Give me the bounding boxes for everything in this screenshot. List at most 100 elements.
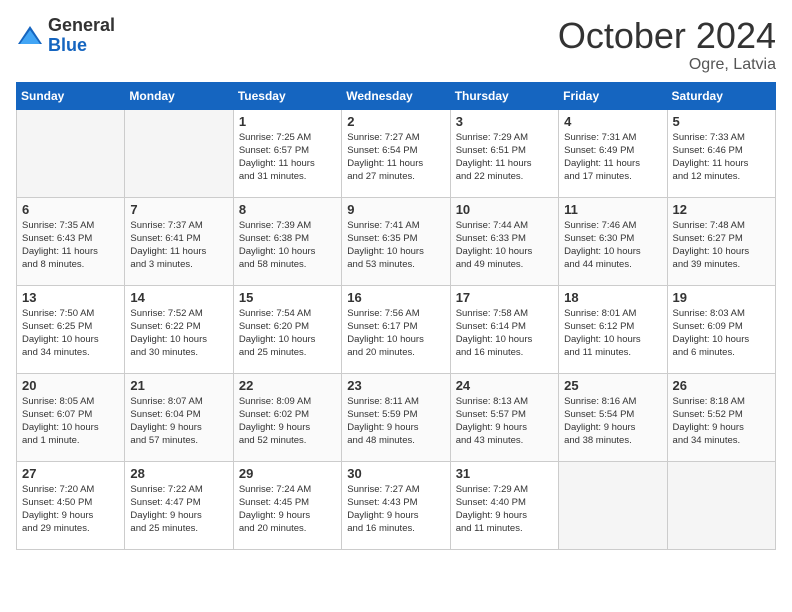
calendar-cell: 22 Sunrise: 8:09 AM Sunset: 6:02 PM Dayli… <box>233 373 341 461</box>
calendar-cell: 26 Sunrise: 8:18 AM Sunset: 5:52 PM Dayli… <box>667 373 775 461</box>
day-info: Sunrise: 7:20 AM Sunset: 4:50 PM Dayligh… <box>22 483 119 536</box>
day-number: 13 <box>22 290 119 305</box>
day-number: 8 <box>239 202 336 217</box>
day-number: 1 <box>239 114 336 129</box>
logo-blue: Blue <box>48 36 115 56</box>
day-info: Sunrise: 7:22 AM Sunset: 4:47 PM Dayligh… <box>130 483 227 536</box>
calendar-week-row: 1 Sunrise: 7:25 AM Sunset: 6:57 PM Daylig… <box>17 109 776 197</box>
calendar-cell: 2Sunrise: 7:27 AM Sunset: 6:54 PM Daylig… <box>342 109 450 197</box>
day-info: Sunrise: 7:56 AM Sunset: 6:17 PM Dayligh… <box>347 307 444 360</box>
day-number: 23 <box>347 378 444 393</box>
day-number: 25 <box>564 378 661 393</box>
calendar-cell: 1 Sunrise: 7:25 AM Sunset: 6:57 PM Daylig… <box>233 109 341 197</box>
weekday-header: Sunday <box>17 82 125 109</box>
day-info: Sunrise: 8:05 AM Sunset: 6:07 PM Dayligh… <box>22 395 119 448</box>
calendar-cell: 25 Sunrise: 8:16 AM Sunset: 5:54 PM Dayli… <box>559 373 667 461</box>
calendar-cell: 14Sunrise: 7:52 AM Sunset: 6:22 PM Dayli… <box>125 285 233 373</box>
day-number: 18 <box>564 290 661 305</box>
month-title: October 2024 <box>558 16 776 56</box>
weekday-header: Wednesday <box>342 82 450 109</box>
day-info: Sunrise: 7:50 AM Sunset: 6:25 PM Dayligh… <box>22 307 119 360</box>
calendar-cell: 17 Sunrise: 7:58 AM Sunset: 6:14 PM Dayli… <box>450 285 558 373</box>
day-number: 9 <box>347 202 444 217</box>
day-info: Sunrise: 7:33 AM Sunset: 6:46 PM Dayligh… <box>673 131 770 184</box>
day-number: 28 <box>130 466 227 481</box>
day-info: Sunrise: 7:29 AM Sunset: 6:51 PM Dayligh… <box>456 131 553 184</box>
calendar-table: SundayMondayTuesdayWednesdayThursdayFrid… <box>16 82 776 550</box>
day-number: 2 <box>347 114 444 129</box>
day-info: Sunrise: 7:46 AM Sunset: 6:30 PM Dayligh… <box>564 219 661 272</box>
day-info: Sunrise: 7:37 AM Sunset: 6:41 PM Dayligh… <box>130 219 227 272</box>
weekday-header: Friday <box>559 82 667 109</box>
day-info: Sunrise: 8:03 AM Sunset: 6:09 PM Dayligh… <box>673 307 770 360</box>
calendar-cell: 28 Sunrise: 7:22 AM Sunset: 4:47 PM Dayli… <box>125 461 233 549</box>
day-info: Sunrise: 8:01 AM Sunset: 6:12 PM Dayligh… <box>564 307 661 360</box>
weekday-header: Tuesday <box>233 82 341 109</box>
calendar-cell: 7Sunrise: 7:37 AM Sunset: 6:41 PM Daylig… <box>125 197 233 285</box>
logo-general: General <box>48 16 115 36</box>
calendar-cell: 11 Sunrise: 7:46 AM Sunset: 6:30 PM Dayli… <box>559 197 667 285</box>
calendar-cell: 12 Sunrise: 7:48 AM Sunset: 6:27 PM Dayli… <box>667 197 775 285</box>
day-info: Sunrise: 8:18 AM Sunset: 5:52 PM Dayligh… <box>673 395 770 448</box>
day-info: Sunrise: 7:48 AM Sunset: 6:27 PM Dayligh… <box>673 219 770 272</box>
day-info: Sunrise: 7:41 AM Sunset: 6:35 PM Dayligh… <box>347 219 444 272</box>
day-number: 22 <box>239 378 336 393</box>
calendar-cell: 9 Sunrise: 7:41 AM Sunset: 6:35 PM Daylig… <box>342 197 450 285</box>
day-number: 14 <box>130 290 227 305</box>
day-info: Sunrise: 7:54 AM Sunset: 6:20 PM Dayligh… <box>239 307 336 360</box>
logo: General Blue <box>16 16 115 56</box>
calendar-cell <box>559 461 667 549</box>
day-info: Sunrise: 7:25 AM Sunset: 6:57 PM Dayligh… <box>239 131 336 184</box>
day-number: 17 <box>456 290 553 305</box>
day-number: 29 <box>239 466 336 481</box>
day-number: 27 <box>22 466 119 481</box>
calendar-cell <box>667 461 775 549</box>
calendar-cell: 13 Sunrise: 7:50 AM Sunset: 6:25 PM Dayli… <box>17 285 125 373</box>
day-info: Sunrise: 7:44 AM Sunset: 6:33 PM Dayligh… <box>456 219 553 272</box>
calendar-week-row: 27 Sunrise: 7:20 AM Sunset: 4:50 PM Dayli… <box>17 461 776 549</box>
day-info: Sunrise: 8:09 AM Sunset: 6:02 PM Dayligh… <box>239 395 336 448</box>
calendar-cell: 16 Sunrise: 7:56 AM Sunset: 6:17 PM Dayli… <box>342 285 450 373</box>
day-number: 4 <box>564 114 661 129</box>
calendar-cell: 20Sunrise: 8:05 AM Sunset: 6:07 PM Dayli… <box>17 373 125 461</box>
calendar-cell <box>17 109 125 197</box>
page-header: General Blue October 2024 Ogre, Latvia <box>16 16 776 74</box>
day-number: 19 <box>673 290 770 305</box>
day-info: Sunrise: 8:13 AM Sunset: 5:57 PM Dayligh… <box>456 395 553 448</box>
weekday-header: Thursday <box>450 82 558 109</box>
weekday-header-row: SundayMondayTuesdayWednesdayThursdayFrid… <box>17 82 776 109</box>
day-info: Sunrise: 7:29 AM Sunset: 4:40 PM Dayligh… <box>456 483 553 536</box>
calendar-week-row: 20Sunrise: 8:05 AM Sunset: 6:07 PM Dayli… <box>17 373 776 461</box>
calendar-cell: 27 Sunrise: 7:20 AM Sunset: 4:50 PM Dayli… <box>17 461 125 549</box>
calendar-cell: 4Sunrise: 7:31 AM Sunset: 6:49 PM Daylig… <box>559 109 667 197</box>
day-number: 10 <box>456 202 553 217</box>
location: Ogre, Latvia <box>558 56 776 74</box>
calendar-cell: 23Sunrise: 8:11 AM Sunset: 5:59 PM Dayli… <box>342 373 450 461</box>
logo-text: General Blue <box>48 16 115 56</box>
calendar-cell: 5 Sunrise: 7:33 AM Sunset: 6:46 PM Daylig… <box>667 109 775 197</box>
day-info: Sunrise: 7:39 AM Sunset: 6:38 PM Dayligh… <box>239 219 336 272</box>
weekday-header: Monday <box>125 82 233 109</box>
calendar-cell: 18 Sunrise: 8:01 AM Sunset: 6:12 PM Dayli… <box>559 285 667 373</box>
title-block: October 2024 Ogre, Latvia <box>558 16 776 74</box>
day-number: 5 <box>673 114 770 129</box>
calendar-cell: 31 Sunrise: 7:29 AM Sunset: 4:40 PM Dayli… <box>450 461 558 549</box>
calendar-cell: 21 Sunrise: 8:07 AM Sunset: 6:04 PM Dayli… <box>125 373 233 461</box>
day-number: 21 <box>130 378 227 393</box>
weekday-header: Saturday <box>667 82 775 109</box>
day-number: 30 <box>347 466 444 481</box>
calendar-cell: 24 Sunrise: 8:13 AM Sunset: 5:57 PM Dayli… <box>450 373 558 461</box>
day-number: 12 <box>673 202 770 217</box>
day-number: 24 <box>456 378 553 393</box>
calendar-week-row: 6Sunrise: 7:35 AM Sunset: 6:43 PM Daylig… <box>17 197 776 285</box>
calendar-cell: 10 Sunrise: 7:44 AM Sunset: 6:33 PM Dayli… <box>450 197 558 285</box>
day-number: 6 <box>22 202 119 217</box>
day-info: Sunrise: 8:07 AM Sunset: 6:04 PM Dayligh… <box>130 395 227 448</box>
day-number: 26 <box>673 378 770 393</box>
day-number: 16 <box>347 290 444 305</box>
day-number: 11 <box>564 202 661 217</box>
day-info: Sunrise: 8:16 AM Sunset: 5:54 PM Dayligh… <box>564 395 661 448</box>
day-info: Sunrise: 7:58 AM Sunset: 6:14 PM Dayligh… <box>456 307 553 360</box>
day-number: 31 <box>456 466 553 481</box>
calendar-cell <box>125 109 233 197</box>
